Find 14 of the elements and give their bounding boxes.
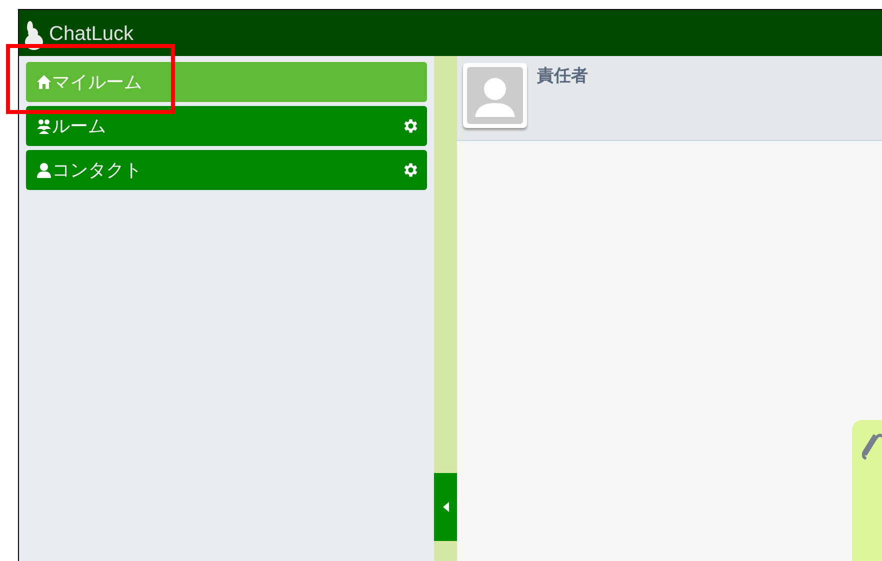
people-icon	[36, 118, 52, 134]
person-icon	[36, 162, 52, 178]
sidebar-item-label: マイルーム	[52, 70, 143, 94]
room-name: 責任者	[537, 65, 588, 87]
home-icon	[36, 74, 52, 90]
sidebar-item-label: コンタクト	[52, 158, 143, 182]
avatar	[463, 63, 527, 128]
rabbit-icon	[23, 21, 45, 51]
sidebar-item-label: ルーム	[52, 114, 107, 138]
app-logo: ChatLuck	[49, 23, 134, 45]
sidebar-item[interactable]: ルーム	[26, 106, 427, 146]
sidebar-item[interactable]: コンタクト	[26, 150, 427, 190]
sidebar-item[interactable]: マイルーム	[26, 62, 427, 102]
caret-icon	[442, 502, 448, 512]
